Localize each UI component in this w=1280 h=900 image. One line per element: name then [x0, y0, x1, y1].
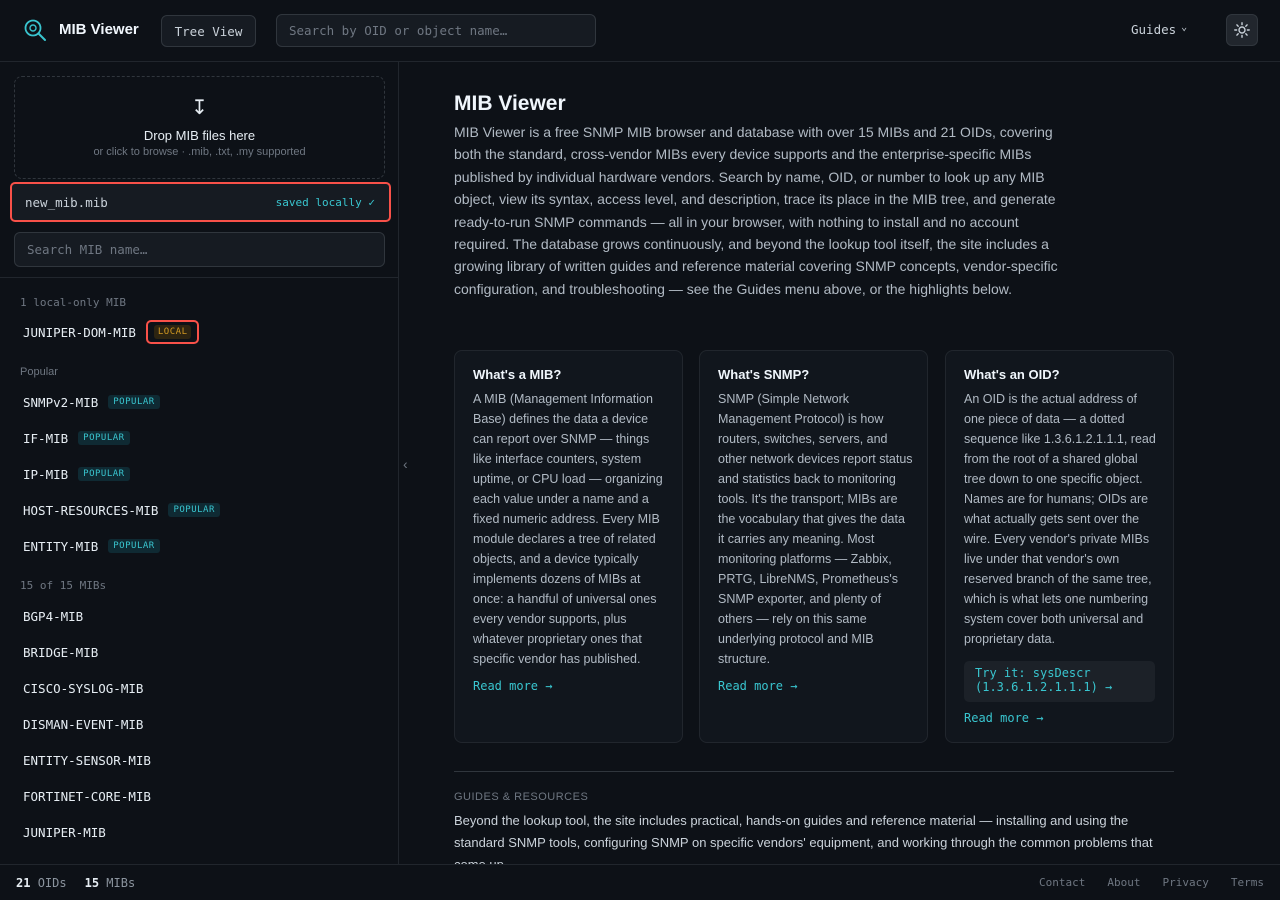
popular-section-label: Popular [20, 366, 58, 378]
guides-label: Guides [1131, 22, 1177, 37]
list-item[interactable]: HOST-RESOURCES-MIB POPULAR [23, 500, 220, 520]
tree-view-button[interactable]: Tree View [161, 15, 256, 47]
about-link[interactable]: About [1107, 876, 1140, 889]
list-item[interactable]: SNMPv2-MIB POPULAR [23, 392, 160, 412]
oid-stat: 21 OIDs [16, 876, 67, 890]
local-section-label: 1 local-only MIB [20, 296, 126, 309]
read-more-link[interactable]: Read more → [473, 679, 552, 693]
footer: 21 OIDs 15 MIBs Contact About Privacy Te… [0, 864, 1280, 900]
mib-name: IF-MIB [23, 430, 69, 446]
page-title: MIB Viewer [454, 92, 566, 115]
list-item[interactable]: ENTITY-MIB POPULAR [23, 536, 160, 556]
drop-subtitle: or click to browse · .mib, .txt, .my sup… [93, 146, 306, 158]
card-title: What's an OID? [964, 367, 1060, 382]
contact-link[interactable]: Contact [1039, 876, 1085, 889]
card-title: What's a MIB? [473, 367, 562, 382]
mib-search-input[interactable]: Search MIB name… [14, 232, 385, 267]
privacy-link[interactable]: Privacy [1163, 876, 1209, 889]
local-badge-highlight: LOCAL [145, 320, 200, 344]
local-badge: LOCAL [153, 325, 192, 339]
list-item[interactable]: IF-MIB POPULAR [23, 428, 130, 448]
footer-links: Contact About Privacy Terms [1039, 876, 1264, 889]
read-more-link[interactable]: Read more → [964, 711, 1043, 725]
card-what-is-snmp: What's SNMP? SNMP (Simple Network Manage… [699, 350, 928, 743]
sun-icon [1234, 22, 1250, 38]
mib-name: IP-MIB [23, 466, 69, 482]
popular-badge: POPULAR [168, 503, 220, 517]
theme-toggle-button[interactable] [1226, 14, 1258, 46]
mib-name: HOST-RESOURCES-MIB [23, 502, 159, 518]
card-text: SNMP (Simple Network Management Protocol… [718, 392, 913, 666]
saved-file-name: new_mib.mib [25, 195, 108, 210]
download-arrow-icon: ↧ [191, 97, 208, 119]
top-bar: MIB Viewer Tree View Search by OID or ob… [0, 0, 1280, 62]
popular-badge: POPULAR [108, 539, 160, 553]
list-item[interactable]: BGP4-MIB [23, 606, 83, 626]
oid-search-input[interactable]: Search by OID or object name… [276, 14, 596, 47]
guides-menu[interactable]: Guides ⌄ [1131, 22, 1187, 37]
card-what-is-oid: What's an OID? An OID is the actual addr… [945, 350, 1174, 743]
saved-file-row[interactable]: new_mib.mib saved locally ✓ [10, 182, 391, 222]
list-item[interactable]: ENTITY-SENSOR-MIB [23, 750, 151, 770]
sidebar: ↧ Drop MIB files here or click to browse… [0, 62, 399, 864]
guides-section-label: GUIDES & RESOURCES [454, 791, 589, 803]
mib-name: JUNIPER-DOM-MIB [23, 324, 136, 340]
list-item[interactable]: FORTINET-CORE-MIB [23, 786, 151, 806]
list-item[interactable]: BRIDGE-MIB [23, 642, 98, 662]
main-content: MIB Viewer MIB Viewer is a free SNMP MIB… [415, 62, 1280, 864]
section-divider [454, 771, 1174, 772]
saved-status: saved locally ✓ [275, 196, 375, 209]
all-mibs-section-label: 15 of 15 MIBs [20, 579, 107, 592]
list-item[interactable]: DISMAN-EVENT-MIB [23, 714, 143, 734]
popular-badge: POPULAR [108, 395, 160, 409]
logo-icon[interactable] [23, 18, 47, 42]
guides-section-text: Beyond the lookup tool, the site include… [454, 813, 1153, 864]
sidebar-divider [0, 277, 398, 278]
mib-dropzone[interactable]: ↧ Drop MIB files here or click to browse… [14, 76, 385, 179]
try-it-sysdescr-link[interactable]: Try it: sysDescr (1.3.6.1.2.1.1.1) → [964, 661, 1155, 702]
mib-name: SNMPv2-MIB [23, 394, 99, 410]
chevron-down-icon: ⌄ [1181, 22, 1188, 33]
terms-link[interactable]: Terms [1231, 876, 1264, 889]
read-more-link[interactable]: Read more → [718, 679, 797, 693]
card-text: An OID is the actual address of one piec… [964, 392, 1156, 646]
list-item[interactable]: JUNIPER-DOM-MIB LOCAL [23, 320, 200, 344]
page-description: MIB Viewer is a free SNMP MIB browser an… [454, 124, 1058, 297]
list-item[interactable]: IP-MIB POPULAR [23, 464, 130, 484]
brand-name[interactable]: MIB Viewer [59, 21, 139, 38]
list-item[interactable]: JUNIPER-MIB [23, 822, 106, 842]
card-what-is-mib: What's a MIB? A MIB (Management Informat… [454, 350, 683, 743]
footer-stats: 21 OIDs 15 MIBs [16, 876, 135, 890]
mib-name: ENTITY-MIB [23, 538, 99, 554]
popular-badge: POPULAR [78, 431, 130, 445]
card-title: What's SNMP? [718, 367, 810, 382]
sidebar-collapse-icon[interactable]: ‹ [403, 456, 408, 472]
popular-badge: POPULAR [78, 467, 130, 481]
list-item[interactable]: CISCO-SYSLOG-MIB [23, 678, 143, 698]
card-text: A MIB (Management Information Base) defi… [473, 392, 663, 666]
drop-title: Drop MIB files here [143, 128, 256, 143]
mib-stat: 15 MIBs [84, 876, 136, 890]
